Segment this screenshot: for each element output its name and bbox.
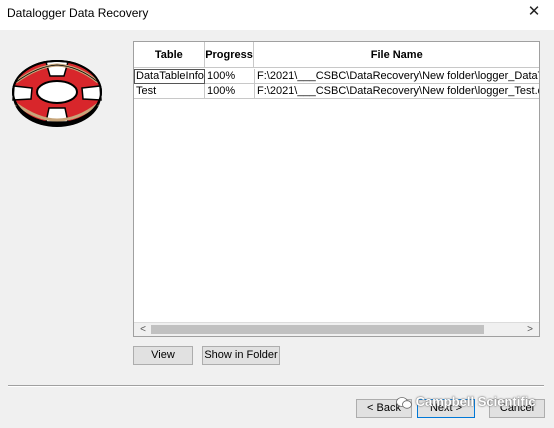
lifebuoy-icon [12, 60, 102, 127]
table-row[interactable]: DataTableInfo 100% F:\2021\___CSBC\DataR… [134, 69, 539, 84]
close-icon[interactable]: ✕ [526, 4, 542, 20]
column-header-table[interactable]: Table [134, 42, 205, 68]
scrollbar-thumb[interactable] [151, 325, 484, 334]
title-bar: Datalogger Data Recovery ✕ [0, 0, 554, 30]
table-name-cell[interactable]: Test [134, 84, 205, 99]
view-button[interactable]: View [133, 346, 193, 365]
progress-cell: 100% [205, 84, 255, 99]
table-header: Table Progress File Name [134, 42, 539, 68]
window-title: Datalogger Data Recovery [7, 6, 149, 20]
horizontal-scrollbar[interactable]: < > [134, 322, 539, 336]
progress-cell: 100% [205, 69, 255, 84]
column-header-progress[interactable]: Progress [204, 42, 255, 68]
watermark: Campbell Scientific [396, 394, 536, 410]
table-name-cell[interactable]: DataTableInfo [134, 69, 205, 84]
wizard-page: Table Progress File Name DataTableInfo 1… [0, 30, 554, 428]
wechat-icon [396, 396, 412, 409]
watermark-text: Campbell Scientific [415, 394, 536, 409]
show-in-folder-button[interactable]: Show in Folder [202, 346, 280, 365]
scroll-right-icon[interactable]: > [523, 323, 537, 336]
column-header-file-name[interactable]: File Name [254, 42, 539, 68]
table-row[interactable]: Test 100% F:\2021\___CSBC\DataRecovery\N… [134, 84, 540, 99]
file-name-cell: F:\2021\___CSBC\DataRecovery\New folder\… [255, 69, 539, 84]
scroll-left-icon[interactable]: < [136, 323, 150, 336]
file-name-cell: F:\2021\___CSBC\DataRecovery\New folder\… [255, 85, 540, 99]
recovery-table[interactable]: Table Progress File Name DataTableInfo 1… [133, 41, 540, 337]
divider [8, 385, 544, 387]
